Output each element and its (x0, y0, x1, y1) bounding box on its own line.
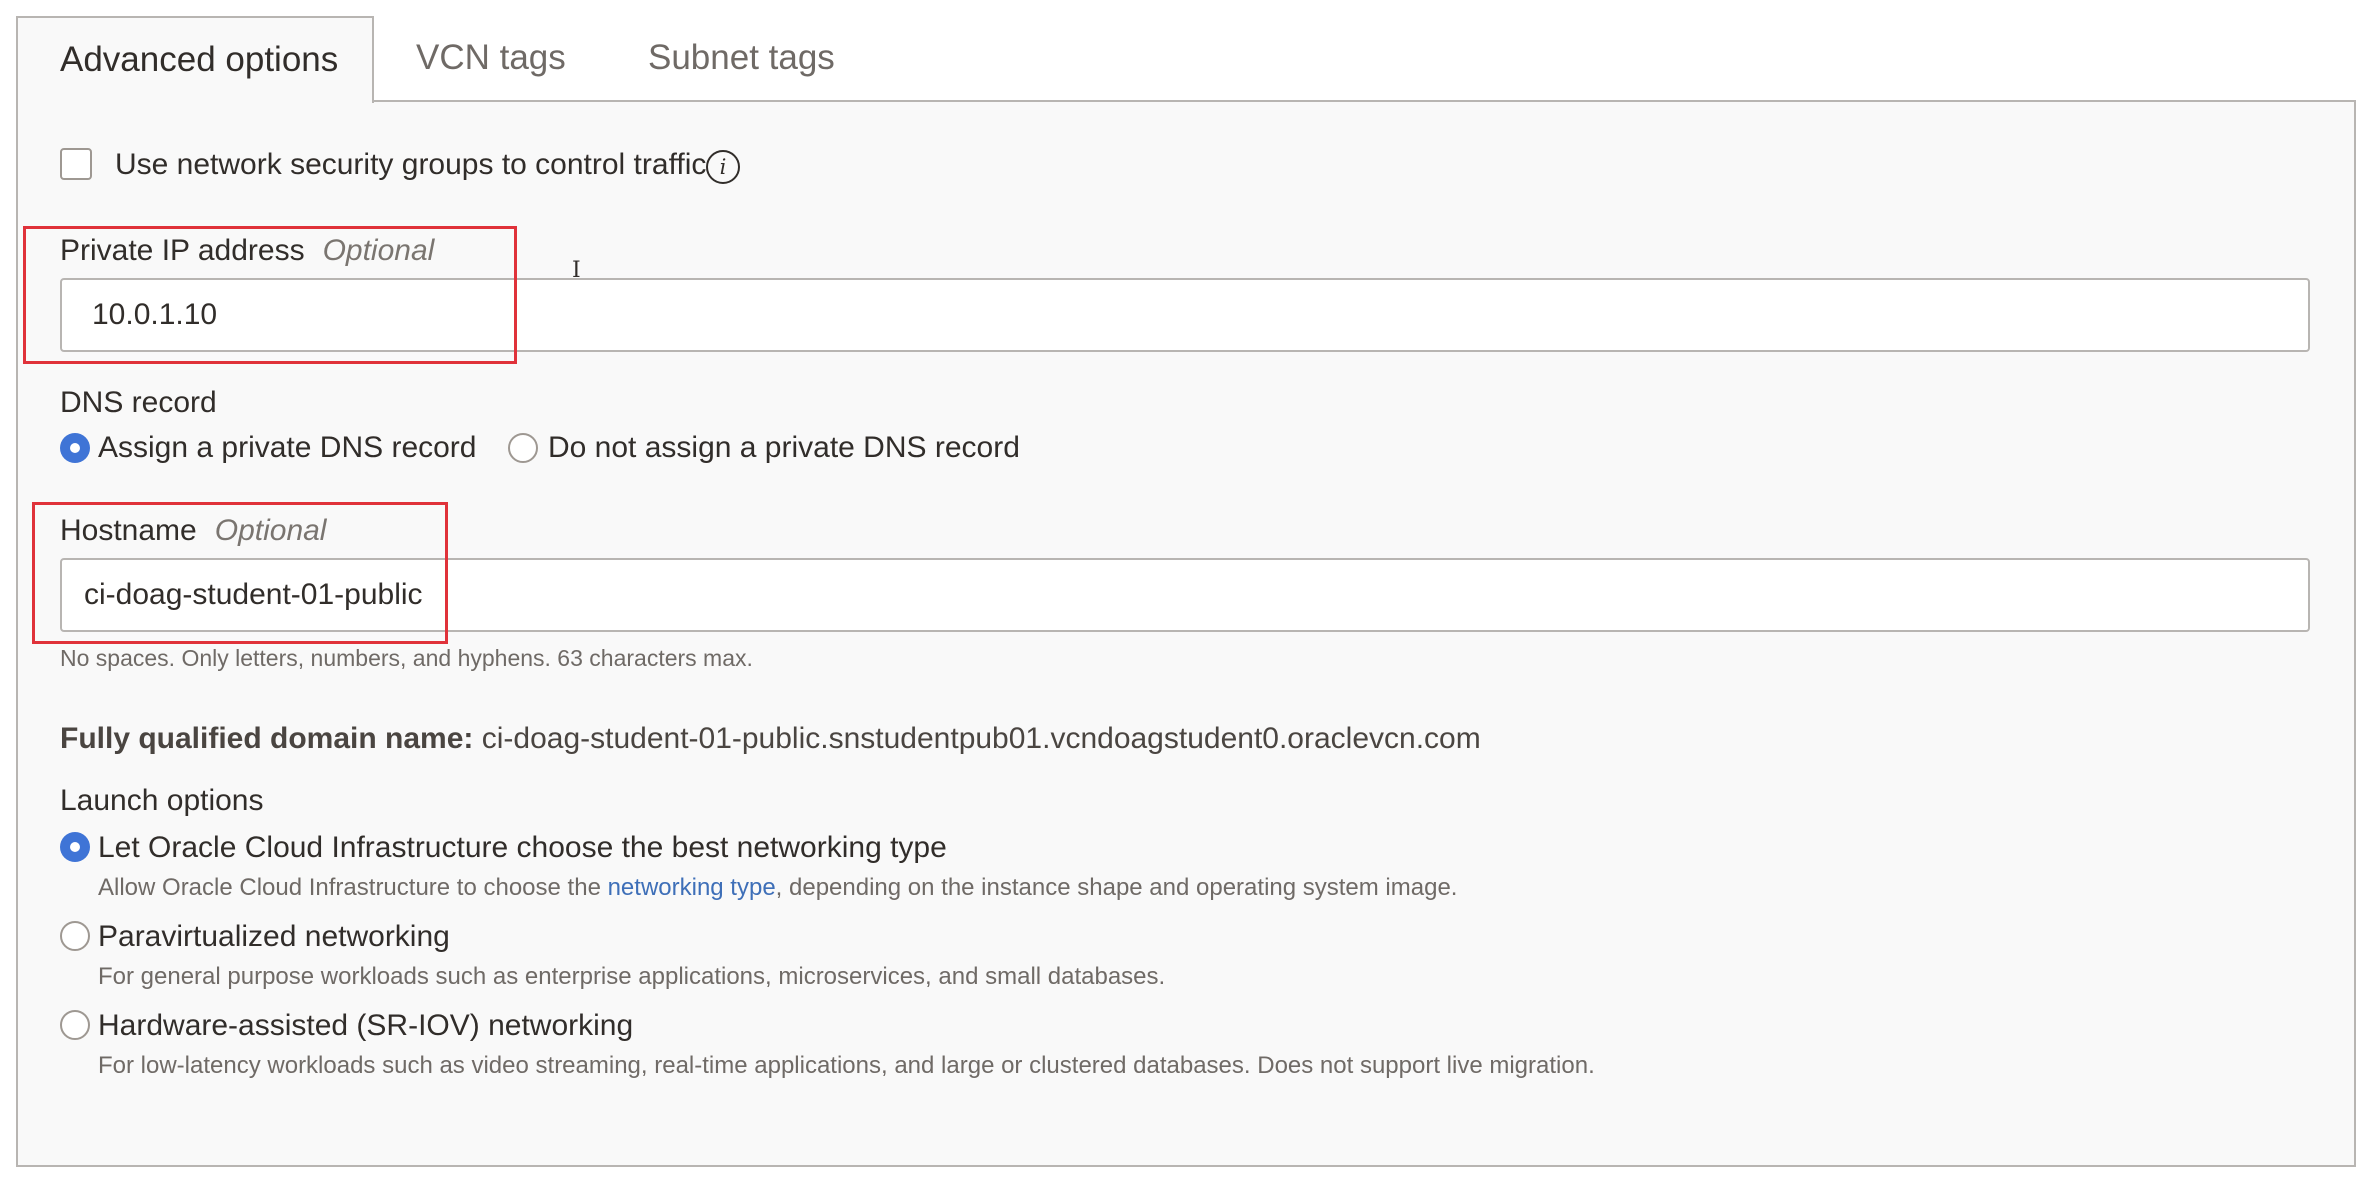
nsg-checkbox-label[interactable]: Use network security groups to control t… (115, 148, 706, 182)
hostname-input[interactable]: ci-doag-student-01-public (60, 558, 2310, 632)
launch-option-oci-choose-radio[interactable] (60, 832, 90, 862)
oci-choose-desc-after: , depending on the instance shape and op… (775, 874, 1458, 901)
nsg-checkbox[interactable] (60, 148, 92, 180)
info-icon[interactable]: i (706, 150, 740, 184)
panel-content: Use network security groups to control t… (0, 0, 2363, 1189)
launch-option-oci-choose-label[interactable]: Let Oracle Cloud Infrastructure choose t… (98, 831, 947, 865)
networking-type-link[interactable]: networking type (608, 874, 776, 901)
launch-option-oci-choose-desc: Allow Oracle Cloud Infrastructure to cho… (98, 874, 1457, 902)
oci-choose-desc-before: Allow Oracle Cloud Infrastructure to cho… (98, 874, 608, 901)
fqdn-label: Fully qualified domain name: (60, 722, 474, 755)
private-ip-optional: Optional (322, 234, 435, 267)
hostname-label-text: Hostname (60, 514, 197, 547)
private-ip-input[interactable]: 10.0.1.10 (60, 278, 2310, 352)
dns-assign-label[interactable]: Assign a private DNS record (98, 431, 477, 465)
dns-do-not-assign-radio[interactable] (508, 433, 538, 463)
hostname-optional: Optional (214, 514, 327, 547)
launch-option-sriov-radio[interactable] (60, 1010, 90, 1040)
fqdn-value: ci-doag-student-01-public.snstudentpub01… (481, 722, 1481, 755)
launch-option-paravirtualized-desc: For general purpose workloads such as en… (98, 963, 1166, 990)
launch-option-sriov-label[interactable]: Hardware-assisted (SR-IOV) networking (98, 1009, 633, 1043)
launch-option-sriov-desc: For low-latency workloads such as video … (98, 1052, 1595, 1079)
dns-do-not-assign-label[interactable]: Do not assign a private DNS record (548, 431, 1020, 465)
launch-options-label: Launch options (60, 784, 264, 817)
launch-option-paravirtualized-label[interactable]: Paravirtualized networking (98, 920, 450, 954)
hostname-help-text: No spaces. Only letters, numbers, and hy… (60, 645, 753, 671)
launch-option-paravirtualized-radio[interactable] (60, 921, 90, 951)
private-ip-label: Private IP address Optional (60, 234, 434, 268)
dns-record-label: DNS record (60, 386, 217, 419)
fqdn-row: Fully qualified domain name: ci-doag-stu… (60, 722, 1481, 756)
dns-assign-radio[interactable] (60, 433, 90, 463)
hostname-label: Hostname Optional (60, 514, 326, 548)
private-ip-label-text: Private IP address (60, 234, 305, 267)
